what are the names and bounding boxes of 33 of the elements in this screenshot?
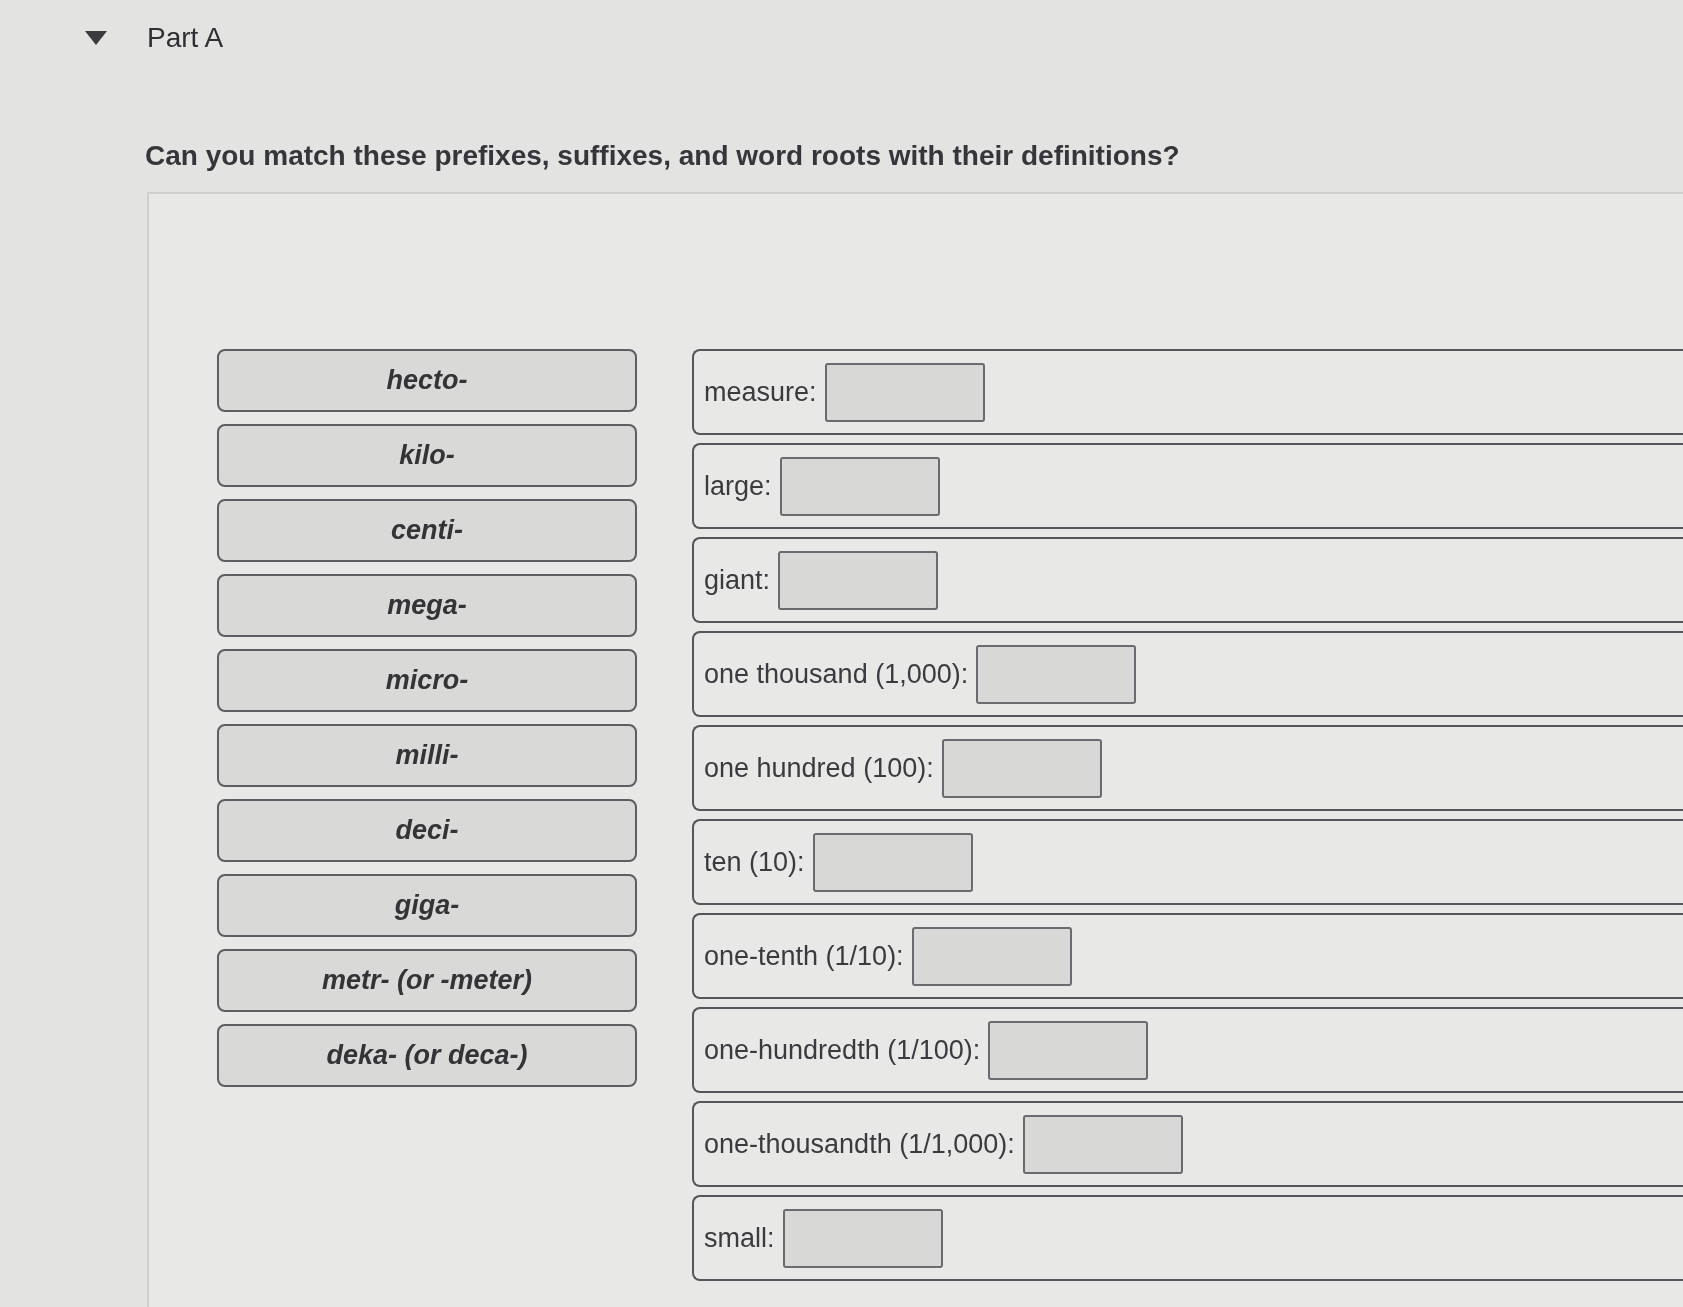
answer-box[interactable]: [988, 1021, 1149, 1080]
definition-label: ten (10):: [704, 846, 805, 879]
draggable-term[interactable]: deci-: [217, 799, 637, 862]
definition-label: small:: [704, 1222, 775, 1255]
question-text: Can you match these prefixes, suffixes, and word roots with their definitions?: [145, 140, 1181, 172]
collapse-triangle-icon[interactable]: [85, 31, 107, 45]
answer-box[interactable]: [976, 645, 1137, 704]
draggable-term[interactable]: mega-: [217, 574, 637, 637]
definition-label: giant:: [704, 564, 771, 597]
draggable-term[interactable]: hecto-: [217, 349, 637, 412]
draggable-term[interactable]: deka- (or deca-): [217, 1024, 637, 1087]
definition-label: one thousand (1,000):: [704, 658, 969, 691]
answer-box[interactable]: [812, 833, 973, 892]
answer-box[interactable]: [779, 457, 940, 516]
definition-label: one hundred (100):: [704, 752, 934, 785]
definition-label: large:: [704, 470, 772, 503]
answer-box[interactable]: [782, 1209, 943, 1268]
answer-box[interactable]: [941, 739, 1102, 798]
draggable-term[interactable]: giga-: [217, 874, 637, 937]
answer-box[interactable]: [911, 927, 1072, 986]
definition-label: one-thousandth (1/1,000):: [704, 1128, 1015, 1161]
draggable-term[interactable]: centi-: [217, 499, 637, 562]
draggable-term[interactable]: metr- (or -meter): [217, 949, 637, 1012]
definition-label: one-tenth (1/10):: [704, 940, 904, 973]
draggable-term[interactable]: micro-: [217, 649, 637, 712]
draggable-term[interactable]: kilo-: [217, 424, 637, 487]
answer-box[interactable]: [1022, 1115, 1183, 1174]
answer-box[interactable]: [824, 363, 985, 422]
definition-label: measure:: [704, 376, 817, 409]
definition-label: one-hundredth (1/100):: [704, 1034, 981, 1067]
section-title: Part A: [147, 22, 224, 54]
draggable-term[interactable]: milli-: [217, 724, 637, 787]
answer-box[interactable]: [778, 551, 939, 610]
